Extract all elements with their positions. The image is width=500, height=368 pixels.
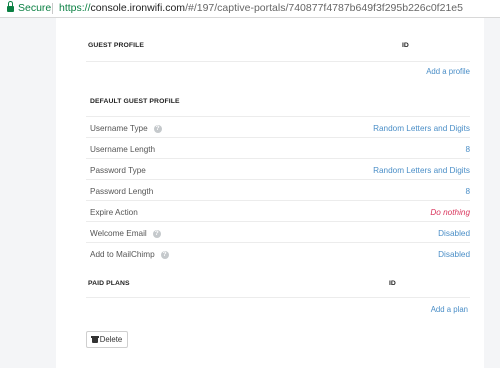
row-label-text: Username Type xyxy=(90,124,148,133)
add-to-mailchimp-value[interactable]: Disabled xyxy=(438,250,470,259)
divider xyxy=(86,200,470,201)
divider xyxy=(86,297,470,298)
guest-profile-header: GUEST PROFILE xyxy=(88,42,145,49)
username-length-value[interactable]: 8 xyxy=(465,145,470,154)
expire-action-label: Expire Action xyxy=(90,208,138,217)
guest-profile-id-header: ID xyxy=(402,42,409,49)
username-type-label: Username Type? xyxy=(90,124,162,133)
lock-icon xyxy=(7,1,14,13)
row-label-text: Add to MailChimp xyxy=(90,250,155,259)
delete-button-label: Delete xyxy=(99,335,123,344)
welcome-email-label: Welcome Email? xyxy=(90,229,161,238)
paid-plans-id-header: ID xyxy=(389,280,396,287)
help-icon[interactable]: ? xyxy=(160,251,169,259)
paid-plans-header: PAID PLANS xyxy=(88,280,130,287)
username-length-label: Username Length xyxy=(90,145,156,154)
divider xyxy=(86,137,470,138)
default-guest-profile-header: DEFAULT GUEST PROFILE xyxy=(90,98,180,105)
divider xyxy=(86,61,470,62)
captive-portal-panel: GUEST PROFILE ID Add a profile DEFAULT G… xyxy=(56,18,484,368)
url-path: /#/197/captive-portals/740877f4787b649f3… xyxy=(185,2,463,14)
delete-button[interactable]: Delete xyxy=(86,331,128,348)
divider xyxy=(86,116,470,117)
browser-address-bar[interactable]: Secure https://console.ironwifi.com/#/19… xyxy=(0,0,500,18)
help-icon[interactable]: ? xyxy=(152,230,161,238)
url-text[interactable]: https://console.ironwifi.com/#/197/capti… xyxy=(59,0,463,17)
address-divider xyxy=(52,3,53,14)
expire-action-value[interactable]: Do nothing xyxy=(430,208,470,217)
add-to-mailchimp-label: Add to MailChimp? xyxy=(90,250,169,259)
help-icon[interactable]: ? xyxy=(153,125,162,133)
secure-label: Secure xyxy=(18,2,52,14)
add-plan-link[interactable]: Add a plan xyxy=(431,305,468,314)
welcome-email-value[interactable]: Disabled xyxy=(438,229,470,238)
url-scheme: https:// xyxy=(59,2,91,14)
password-length-label: Password Length xyxy=(90,187,154,196)
trash-icon xyxy=(90,336,99,343)
url-host: console.ironwifi.com xyxy=(90,2,186,14)
row-label-text: Welcome Email xyxy=(90,229,147,238)
password-length-value[interactable]: 8 xyxy=(465,187,470,196)
divider xyxy=(86,221,470,222)
divider xyxy=(86,242,470,243)
divider xyxy=(86,179,470,180)
username-type-value[interactable]: Random Letters and Digits xyxy=(373,124,470,133)
password-type-value[interactable]: Random Letters and Digits xyxy=(373,166,470,175)
password-type-label: Password Type xyxy=(90,166,146,175)
add-profile-link[interactable]: Add a profile xyxy=(426,67,470,76)
divider xyxy=(86,158,470,159)
